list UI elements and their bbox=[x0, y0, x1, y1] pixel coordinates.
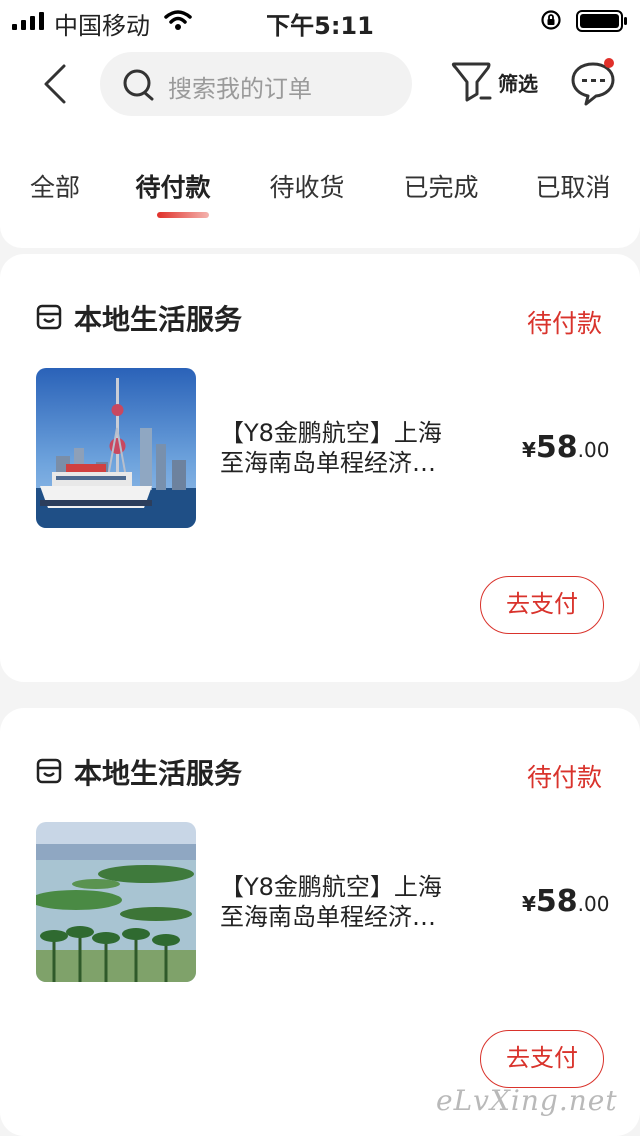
active-tab-indicator bbox=[157, 212, 209, 218]
header: 搜索我的订单 筛选 全部 待付款 待收货 已完成 已取消 bbox=[0, 40, 640, 248]
pay-button[interactable]: 去支付 bbox=[480, 1030, 604, 1088]
chevron-left-icon bbox=[44, 64, 66, 104]
shop-icon bbox=[36, 304, 62, 330]
lake-palm-trees-photo bbox=[36, 822, 196, 982]
order-status: 待付款 bbox=[526, 309, 602, 338]
tab-label: 已完成 bbox=[403, 173, 479, 202]
product-title-line: 【Y8金鹏航空】上海 bbox=[220, 419, 442, 447]
search-icon bbox=[123, 69, 154, 101]
product-title[interactable]: 【Y8金鹏航空】上海 至海南岛单程经济… bbox=[220, 872, 476, 932]
product-thumbnail[interactable] bbox=[36, 368, 196, 528]
price-decimal: .00 bbox=[577, 438, 610, 462]
tab-completed[interactable]: 已完成 bbox=[386, 168, 496, 228]
order-price: ¥58.00 bbox=[522, 430, 609, 465]
product-title-line: 【Y8金鹏航空】上海 bbox=[220, 873, 442, 901]
tab-label: 已取消 bbox=[535, 173, 611, 202]
price-integer: 58 bbox=[535, 430, 578, 465]
product-title-line: 至海南岛单程经济… bbox=[220, 903, 436, 931]
status-bar: 中国移动 下午5:11 bbox=[0, 0, 640, 40]
filter-icon bbox=[451, 62, 492, 102]
search-placeholder: 搜索我的订单 bbox=[168, 75, 312, 103]
price-integer: 58 bbox=[535, 884, 578, 919]
tab-pending-payment[interactable]: 待付款 bbox=[118, 168, 228, 228]
order-status: 待付款 bbox=[526, 763, 602, 792]
product-title-line: 至海南岛单程经济… bbox=[220, 449, 436, 477]
order-card: 本地生活服务 待付款 【Y8金鹏航空】上海 至海南岛单程经济… ¥58.00 去… bbox=[0, 254, 640, 682]
shop-name: 本地生活服务 bbox=[74, 303, 243, 336]
price-currency: ¥ bbox=[522, 892, 536, 916]
unread-badge bbox=[604, 58, 614, 68]
tab-label: 全部 bbox=[29, 173, 80, 202]
shanghai-skyline-photo bbox=[36, 368, 196, 528]
filter-label: 筛选 bbox=[498, 72, 538, 96]
messages-button[interactable] bbox=[570, 58, 616, 108]
shop-icon bbox=[36, 758, 62, 784]
shop-name: 本地生活服务 bbox=[74, 757, 243, 790]
tab-cancelled[interactable]: 已取消 bbox=[518, 168, 628, 228]
watermark: eLvXing.net bbox=[436, 1084, 618, 1117]
product-title[interactable]: 【Y8金鹏航空】上海 至海南岛单程经济… bbox=[220, 418, 476, 478]
price-currency: ¥ bbox=[522, 438, 536, 462]
order-tabs: 全部 待付款 待收货 已完成 已取消 bbox=[0, 168, 640, 228]
tab-label: 待收货 bbox=[269, 173, 345, 202]
battery-icon bbox=[576, 10, 627, 32]
product-thumbnail[interactable] bbox=[36, 822, 196, 982]
filter-button[interactable]: 筛选 bbox=[450, 58, 550, 108]
search-input[interactable]: 搜索我的订单 bbox=[100, 52, 412, 116]
order-card: 本地生活服务 待付款 【Y8金鹏航空】上海 至海南岛单程经济… ¥58.00 去… bbox=[0, 708, 640, 1136]
tab-label: 待付款 bbox=[135, 173, 211, 202]
rotation-lock-icon bbox=[541, 10, 561, 30]
price-decimal: .00 bbox=[577, 892, 610, 916]
pay-button[interactable]: 去支付 bbox=[480, 576, 604, 634]
back-button[interactable] bbox=[36, 62, 76, 106]
tab-pending-receipt[interactable]: 待收货 bbox=[252, 168, 362, 228]
order-price: ¥58.00 bbox=[522, 884, 609, 919]
tab-all[interactable]: 全部 bbox=[0, 168, 110, 228]
